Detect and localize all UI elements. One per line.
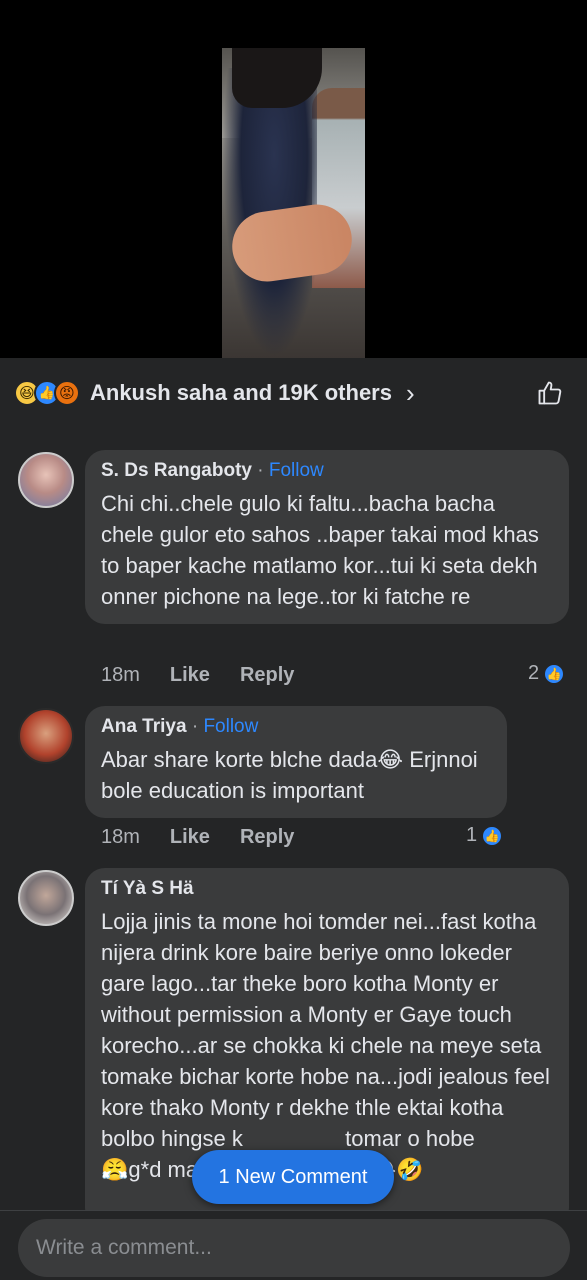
follow-button[interactable]: Follow — [203, 716, 258, 737]
comment-input[interactable]: Write a comment... — [18, 1219, 570, 1277]
new-comment-button[interactable]: 1 New Comment — [192, 1150, 394, 1204]
comment-time[interactable]: 18m — [101, 826, 140, 849]
comment-bubble[interactable]: Ana Triya · Follow Abar share korte blch… — [85, 706, 507, 818]
avatar[interactable] — [18, 452, 74, 508]
avatar[interactable] — [18, 708, 74, 764]
like-outline-icon[interactable] — [535, 378, 565, 408]
comment-author[interactable]: Tí Yà S Hä — [101, 878, 194, 899]
comment-author[interactable]: S. Ds Rangaboty — [101, 460, 252, 481]
comment-text: Chi chi..chele gulo ki faltu...bacha bac… — [101, 491, 539, 609]
comment-time[interactable]: 18m — [101, 664, 140, 687]
comment-actions: 18m Like Reply — [101, 664, 324, 687]
like-button[interactable]: Like — [170, 826, 210, 849]
reaction-icons: 😆 👍 😡 — [14, 380, 80, 406]
comment-author-line: Ana Triya · Follow — [101, 716, 491, 738]
like-reaction-icon: 👍 — [481, 824, 504, 847]
comment-author-line: Tí Yà S Hä — [101, 878, 553, 900]
avatar[interactable] — [18, 870, 74, 926]
comment-text: Abar share korte blche dada😂 Erjnnoi bol… — [101, 747, 478, 803]
separator-dot: · — [191, 716, 199, 737]
like-button[interactable]: Like — [170, 664, 210, 687]
separator-dot: · — [257, 460, 264, 481]
comment-reaction-count[interactable]: 2 👍 — [528, 662, 566, 685]
comment-text-main: Lojja jinis ta mone hoi tomder nei...fas… — [101, 909, 550, 1151]
reply-button[interactable]: Reply — [240, 826, 294, 849]
angry-reaction-icon: 😡 — [54, 380, 80, 406]
comment-reaction-count[interactable]: 1 👍 — [466, 824, 504, 847]
reaction-count-value: 2 — [528, 662, 540, 684]
comment-author[interactable]: Ana Triya — [101, 716, 187, 737]
comment-author-line: S. Ds Rangaboty · Follow — [101, 460, 553, 482]
comment-bubble[interactable]: S. Ds Rangaboty · Follow Chi chi..chele … — [85, 450, 569, 624]
reactions-summary-text[interactable]: Ankush saha and 19K others — [90, 380, 392, 406]
follow-button[interactable]: Follow — [269, 460, 324, 481]
like-reaction-icon: 👍 — [543, 662, 566, 685]
comment-text-tail: tomar o hobe — [345, 1126, 475, 1151]
comment-composer: Write a comment... — [0, 1210, 587, 1280]
reaction-count-value: 1 — [466, 824, 478, 846]
reactions-summary[interactable]: 😆 👍 😡 Ankush saha and 19K others › — [0, 358, 587, 428]
reply-button[interactable]: Reply — [240, 664, 294, 687]
video-area[interactable] — [0, 0, 587, 358]
comment-actions: 18m Like Reply — [101, 826, 324, 849]
comment-text: Lojja jinis ta mone hoi tomder nei...fas… — [101, 906, 553, 1185]
chevron-right-icon[interactable]: › — [406, 378, 415, 409]
video-thumbnail[interactable] — [222, 48, 365, 358]
